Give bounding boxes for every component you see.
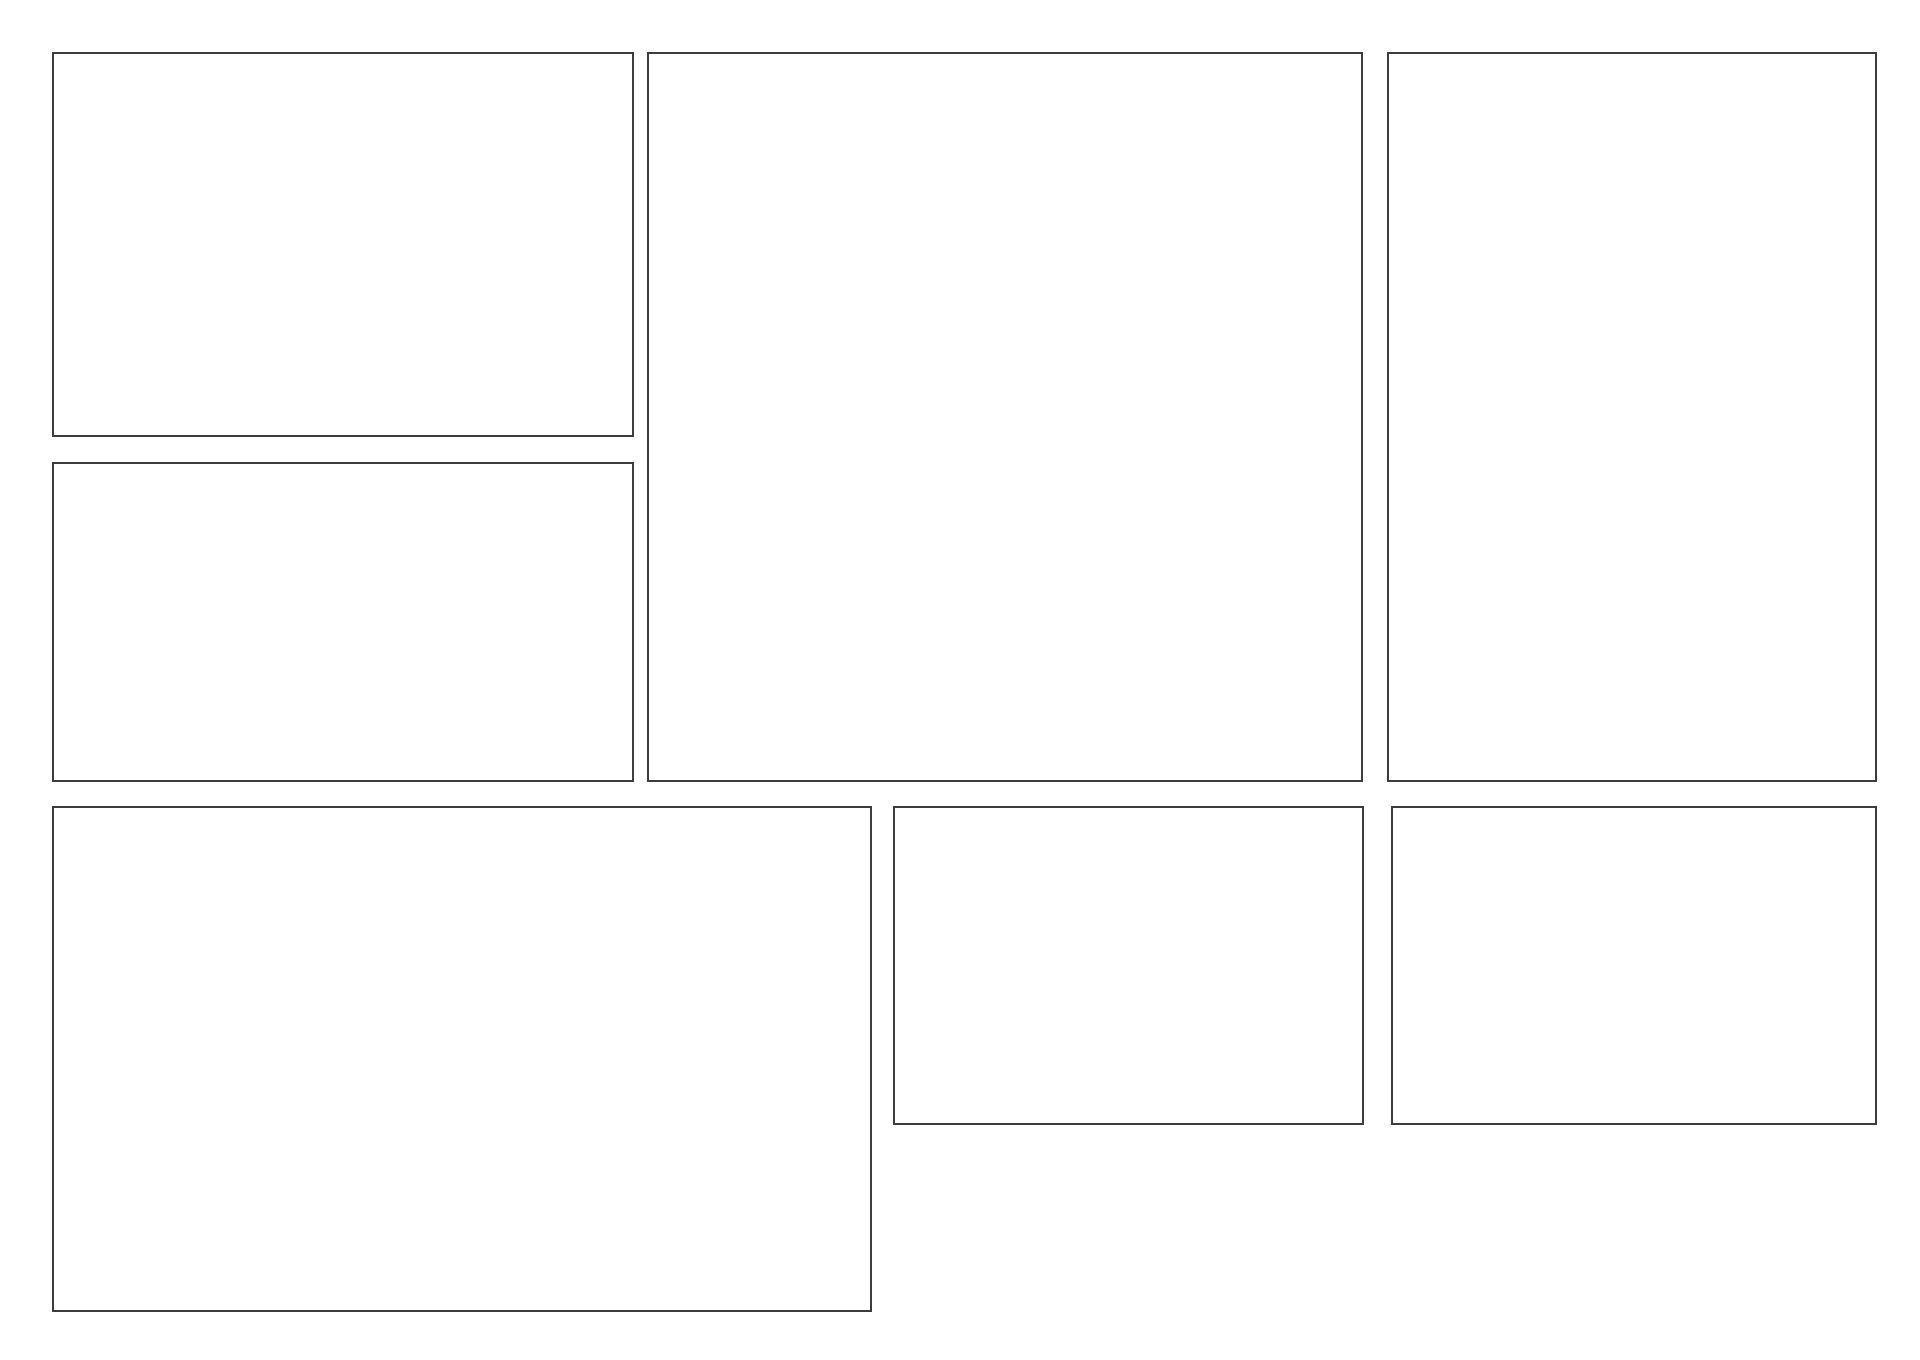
ldo-circuit <box>54 464 632 780</box>
panel-usb <box>52 52 634 437</box>
panel-led <box>1391 806 1877 1125</box>
panel-ldo <box>52 462 634 782</box>
esp32-circuit <box>649 54 1361 780</box>
usb-circuit <box>54 54 632 435</box>
microsd-circuit <box>54 808 870 1310</box>
led-circuit <box>1393 808 1875 1123</box>
panel-esp32 <box>647 52 1363 782</box>
panel-button <box>893 806 1364 1125</box>
schematic-sheet <box>0 0 1920 1360</box>
button-circuit <box>895 808 1362 1123</box>
panel-microsd <box>52 806 872 1312</box>
panel-switch <box>1387 52 1877 782</box>
switch-circuit <box>1389 54 1875 780</box>
